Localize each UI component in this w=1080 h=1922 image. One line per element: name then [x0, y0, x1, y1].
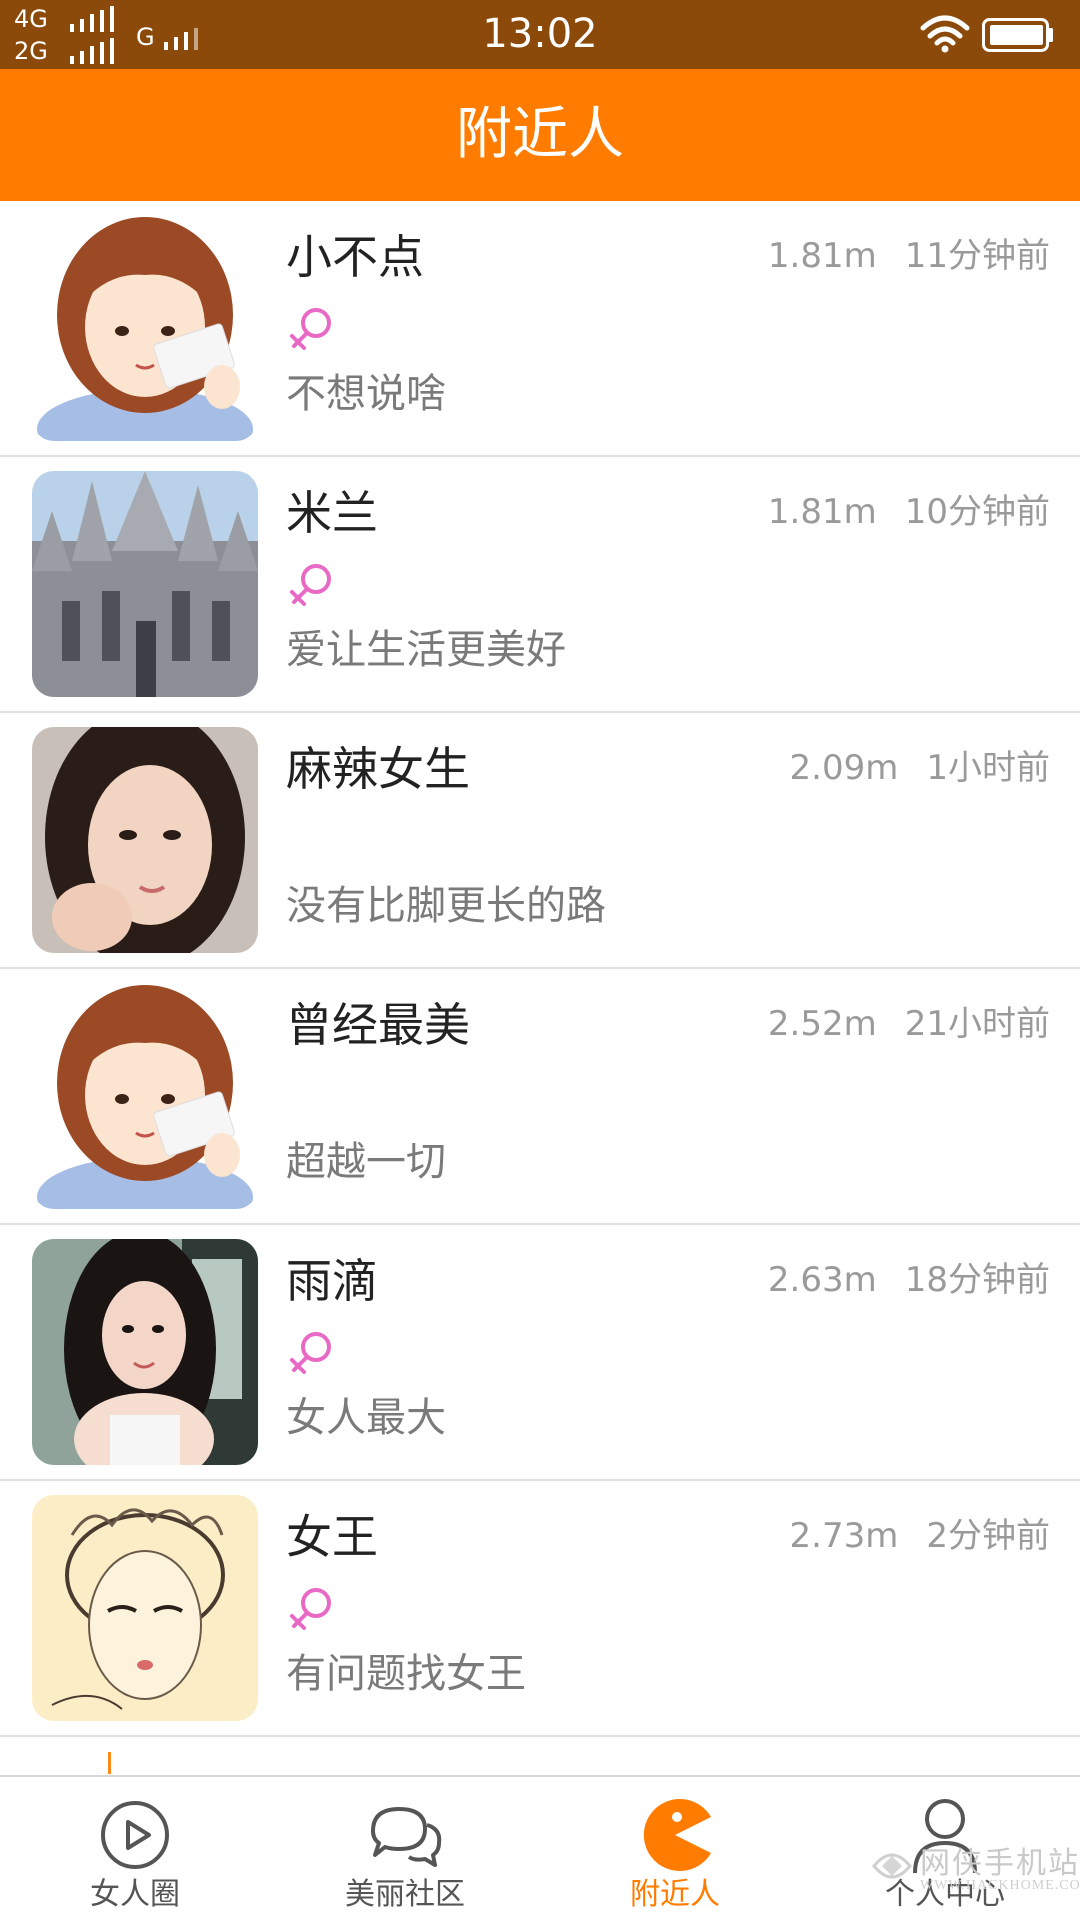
user-row[interactable]: 女王 2.73m 2分钟前 有问题找女王: [0, 1481, 1080, 1737]
play-circle-icon: [101, 1801, 169, 1869]
app-header: 附近人: [0, 69, 1080, 201]
user-distance: 1.81m: [767, 236, 877, 276]
user-name: 麻辣女生: [286, 742, 470, 796]
nav-label: 女人圈: [90, 1877, 180, 1912]
status-bar: 4G 2G G 13:02: [0, 0, 1080, 69]
user-signature: 爱让生活更美好: [286, 627, 566, 673]
user-name: 女王: [286, 1510, 378, 1564]
nearby-user-list[interactable]: 小不点 1.81m 11分钟前 不想说啥 米兰 1.81m 10分钟前 爱让生活…: [0, 201, 1080, 1775]
user-meta: 1.81m 10分钟前: [768, 491, 1050, 533]
watermark: 网侠手机站 WWW.HACKHOME.COM: [868, 1838, 1080, 1918]
woman-photo-avatar-icon: [32, 1239, 258, 1465]
user-meta: 2.09m 1小时前: [790, 747, 1050, 789]
user-meta: 1.81m 11分钟前: [768, 235, 1050, 277]
female-icon: [290, 1332, 331, 1374]
user-avatar[interactable]: [32, 471, 258, 697]
user-row[interactable]: 小不点 1.81m 11分钟前 不想说啥: [0, 201, 1080, 457]
user-row[interactable]: 曾经最美 2.52m 21小时前 超越一切: [0, 969, 1080, 1225]
watermark-logo-icon: [872, 1853, 912, 1879]
nav-tab-beauty-community[interactable]: 美丽社区: [270, 1777, 540, 1922]
user-row[interactable]: 雨滴 2.63m 18分钟前 女人最大: [0, 1225, 1080, 1481]
sketch-queen-avatar-icon: [32, 1495, 258, 1721]
pacman-icon: [643, 1799, 711, 1871]
load-more-indicator: [108, 1752, 111, 1774]
chat-bubbles-icon: [371, 1807, 442, 1867]
user-last-seen: 2分钟前: [926, 1516, 1050, 1556]
user-last-seen: 18分钟前: [904, 1260, 1050, 1300]
user-last-seen: 10分钟前: [904, 492, 1050, 532]
battery-icon: [982, 18, 1053, 52]
status-time: 13:02: [482, 11, 598, 57]
user-signature: 超越一切: [286, 1139, 446, 1185]
user-signature: 没有比脚更长的路: [286, 883, 606, 929]
user-signature: 有问题找女王: [286, 1651, 526, 1697]
user-row[interactable]: 麻辣女生 2.09m 1小时前 没有比脚更长的路: [0, 713, 1080, 969]
user-distance: 2.09m: [789, 748, 899, 788]
user-meta: 2.52m 21小时前: [768, 1003, 1050, 1045]
female-icon: [290, 564, 331, 606]
cathedral-photo-avatar-icon: [32, 471, 258, 697]
female-icon: [290, 1588, 331, 1630]
wifi-icon: [920, 15, 970, 53]
user-name: 米兰: [286, 486, 378, 540]
nav-tab-women-circle[interactable]: 女人圈: [0, 1777, 270, 1922]
user-meta: 2.63m 18分钟前: [768, 1259, 1050, 1301]
user-signature: 女人最大: [286, 1395, 446, 1441]
female-icon: [290, 308, 331, 350]
user-avatar[interactable]: [32, 1495, 258, 1721]
user-avatar[interactable]: [32, 215, 258, 441]
user-name: 曾经最美: [286, 998, 470, 1052]
user-distance: 2.52m: [767, 1004, 877, 1044]
user-avatar[interactable]: [32, 1239, 258, 1465]
user-avatar[interactable]: [32, 983, 258, 1209]
user-last-seen: 1小时前: [926, 748, 1050, 788]
user-last-seen: 11分钟前: [904, 236, 1050, 276]
watermark-text: 网侠手机站: [920, 1846, 1080, 1881]
user-signature: 不想说啥: [286, 371, 446, 417]
user-last-seen: 21小时前: [904, 1004, 1050, 1044]
user-distance: 2.73m: [789, 1516, 899, 1556]
user-distance: 2.63m: [767, 1260, 877, 1300]
user-name: 小不点: [286, 230, 424, 284]
cartoon-girl-avatar-icon: [32, 983, 258, 1209]
user-distance: 1.81m: [767, 492, 877, 532]
watermark-subtext: WWW.HACKHOME.COM: [920, 1878, 1080, 1893]
user-name: 雨滴: [286, 1254, 378, 1308]
page-title: 附近人: [456, 102, 624, 167]
cartoon-girl-avatar-icon: [32, 215, 258, 441]
user-row[interactable]: 米兰 1.81m 10分钟前 爱让生活更美好: [0, 457, 1080, 713]
user-avatar[interactable]: [32, 727, 258, 953]
nav-label: 附近人: [630, 1877, 720, 1912]
nav-tab-nearby[interactable]: 附近人: [540, 1777, 810, 1922]
nav-label: 美丽社区: [345, 1877, 465, 1912]
user-meta: 2.73m 2分钟前: [790, 1515, 1050, 1557]
girl-photo-avatar-icon: [32, 727, 258, 953]
